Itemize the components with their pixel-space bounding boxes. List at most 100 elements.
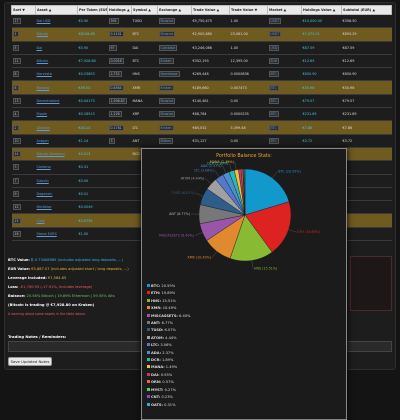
exchange-select[interactable]: Kraken xyxy=(157,80,192,95)
asset-link[interactable]: Medibloc xyxy=(35,200,78,215)
holdings-input[interactable]: 0.1781 xyxy=(107,120,132,135)
subtotal-cell: €50.96 xyxy=(341,80,392,95)
sort-input[interactable]: 1 xyxy=(11,27,36,42)
column-header[interactable]: Sort ▼ xyxy=(11,5,36,15)
sort-input[interactable]: 4 xyxy=(11,107,36,122)
exchange-select[interactable]: Bittrex xyxy=(157,134,192,148)
column-header[interactable]: Per Token (EUR) ▼ xyxy=(77,5,108,15)
exchange-select[interactable]: Binance xyxy=(157,14,192,29)
holdings-input[interactable]: 395 xyxy=(107,14,132,29)
column-header[interactable]: Market ▲ xyxy=(267,5,302,15)
sort-input[interactable]: 12 xyxy=(11,200,36,215)
sort-input[interactable]: 11 xyxy=(11,54,36,69)
holdings-input[interactable]: 97 xyxy=(107,41,132,55)
sort-input[interactable]: 8 xyxy=(11,67,36,82)
sort-input[interactable]: 16 xyxy=(11,227,36,242)
asset-link[interactable]: Decentraland xyxy=(35,94,78,109)
trade-value-alt-cell: 0.0000235 xyxy=(229,107,268,122)
market-select[interactable]: BTC xyxy=(267,107,302,122)
holdings-value-cell: €10,000.00 xyxy=(301,14,342,29)
sort-input[interactable]: 7 xyxy=(11,174,36,188)
holdings-input[interactable] xyxy=(107,147,132,162)
legend-swatch xyxy=(147,306,150,310)
exchange-select[interactable]: Binance xyxy=(157,94,192,109)
sort-input[interactable]: 17 xyxy=(11,14,36,29)
column-header[interactable]: Subtotal (EUR) ▲ xyxy=(341,5,392,15)
asset-link[interactable]: Stasis EURS xyxy=(35,227,78,242)
holdings-input[interactable] xyxy=(107,227,132,242)
asset-link[interactable]: Bitcoin xyxy=(35,27,78,42)
asset-link[interactable]: Dai USD xyxy=(35,14,78,29)
holdings-input[interactable]: 3 xyxy=(107,134,132,148)
holdings-input[interactable]: 1,226 xyxy=(107,107,132,122)
holdings-input[interactable]: 0.1101 xyxy=(107,27,132,42)
exchange-select-value: Kraken xyxy=(158,84,174,91)
save-notes-button[interactable]: Save Updated Notes xyxy=(8,357,52,366)
sort-input[interactable]: 14 xyxy=(11,147,36,162)
sort-input[interactable]: 10 xyxy=(11,134,36,148)
asset-link[interactable]: Aragon xyxy=(35,134,78,148)
leverage-label: Leverage Included: xyxy=(8,276,47,280)
price-cell: €44.14 xyxy=(77,120,108,135)
holdings-input[interactable] xyxy=(107,187,132,202)
market-select[interactable]: BTC xyxy=(267,80,302,95)
exchange-select[interactable]: Coinbase xyxy=(157,41,192,55)
trade-value-alt-cell: 0.00 xyxy=(229,94,268,109)
sort-input[interactable]: 15 xyxy=(11,213,36,228)
trade-value-cell: €31,127 xyxy=(191,134,230,148)
asset-link[interactable]: Dai xyxy=(35,41,78,55)
portfolio-stats-popup: Portfolio Balance Stats: BTC (20.59%) ETH… xyxy=(141,148,347,420)
holdings-input[interactable]: 2,752 xyxy=(107,67,132,82)
pie-label-leader xyxy=(288,229,297,233)
legend-swatch xyxy=(147,343,150,347)
legend-value: 15.51% xyxy=(161,298,176,303)
market-select[interactable]: BTC xyxy=(267,67,302,82)
asset-link[interactable]: Dogecoin xyxy=(35,187,78,202)
exchange-select[interactable]: Kraken xyxy=(157,120,192,135)
column-header[interactable]: Trade Value ▼ xyxy=(229,5,268,15)
legend-key: OATS: xyxy=(151,402,163,407)
market-select[interactable]: USDT xyxy=(267,27,302,42)
asset-link[interactable]: Civic xyxy=(35,213,78,228)
column-header[interactable]: Holdings ▲ xyxy=(107,5,132,15)
pie-label-leader xyxy=(272,171,278,179)
column-header[interactable]: Symbol ▲ xyxy=(131,5,158,15)
column-header[interactable]: Exchange ▲ xyxy=(157,5,192,15)
holdings-input[interactable] xyxy=(107,213,132,228)
holdings-input[interactable]: 0.0016 xyxy=(107,54,132,69)
sort-input[interactable]: 3 xyxy=(11,160,36,175)
sort-input[interactable]: 2 xyxy=(11,120,36,135)
column-header[interactable]: Asset ▲ xyxy=(35,5,78,15)
asset-link[interactable]: Siacoin xyxy=(35,174,78,188)
exchange-select[interactable]: Binance xyxy=(157,27,192,42)
sort-input[interactable]: 13 xyxy=(11,94,36,109)
sort-input[interactable]: 6 xyxy=(11,80,36,95)
exchange-select[interactable]: Binance xyxy=(157,107,192,122)
asset-link[interactable]: Monero xyxy=(35,80,78,95)
asset-link[interactable]: Harvesta xyxy=(35,67,78,82)
asset-link[interactable]: Cardano xyxy=(35,160,78,175)
market-select[interactable]: USD xyxy=(267,41,302,55)
holdings-input[interactable] xyxy=(107,200,132,215)
holdings-input[interactable]: 0.8564 xyxy=(107,80,132,95)
exchange-select[interactable]: Kraken xyxy=(157,54,192,69)
holdings-input[interactable] xyxy=(107,160,132,175)
market-select[interactable]: BTC xyxy=(267,94,302,109)
market-select[interactable]: BTC xyxy=(267,120,302,135)
asset-link[interactable]: Bitcoin xyxy=(35,54,78,69)
holdings-input[interactable]: 1,906.83 xyxy=(107,94,132,109)
market-select[interactable]: BTC xyxy=(267,134,302,148)
column-header[interactable]: Trade Value ▲ xyxy=(191,5,230,15)
asset-link[interactable]: Litecoin xyxy=(35,120,78,135)
holdings-input[interactable] xyxy=(107,174,132,188)
sort-input[interactable]: 9 xyxy=(11,187,36,202)
market-select[interactable]: EUR xyxy=(267,54,302,69)
asset-link[interactable]: Ripple xyxy=(35,107,78,122)
column-header[interactable]: Holdings Value ▲ xyxy=(301,5,342,15)
market-select[interactable]: USDT xyxy=(267,14,302,29)
legend-value: 3.06% xyxy=(159,343,172,348)
exchange-select[interactable]: Namebase xyxy=(157,67,192,82)
price-cell: €7,928.80 xyxy=(77,54,108,69)
sort-input[interactable]: 5 xyxy=(11,41,36,55)
asset-link[interactable]: Bitcoin Diamond xyxy=(35,147,78,162)
